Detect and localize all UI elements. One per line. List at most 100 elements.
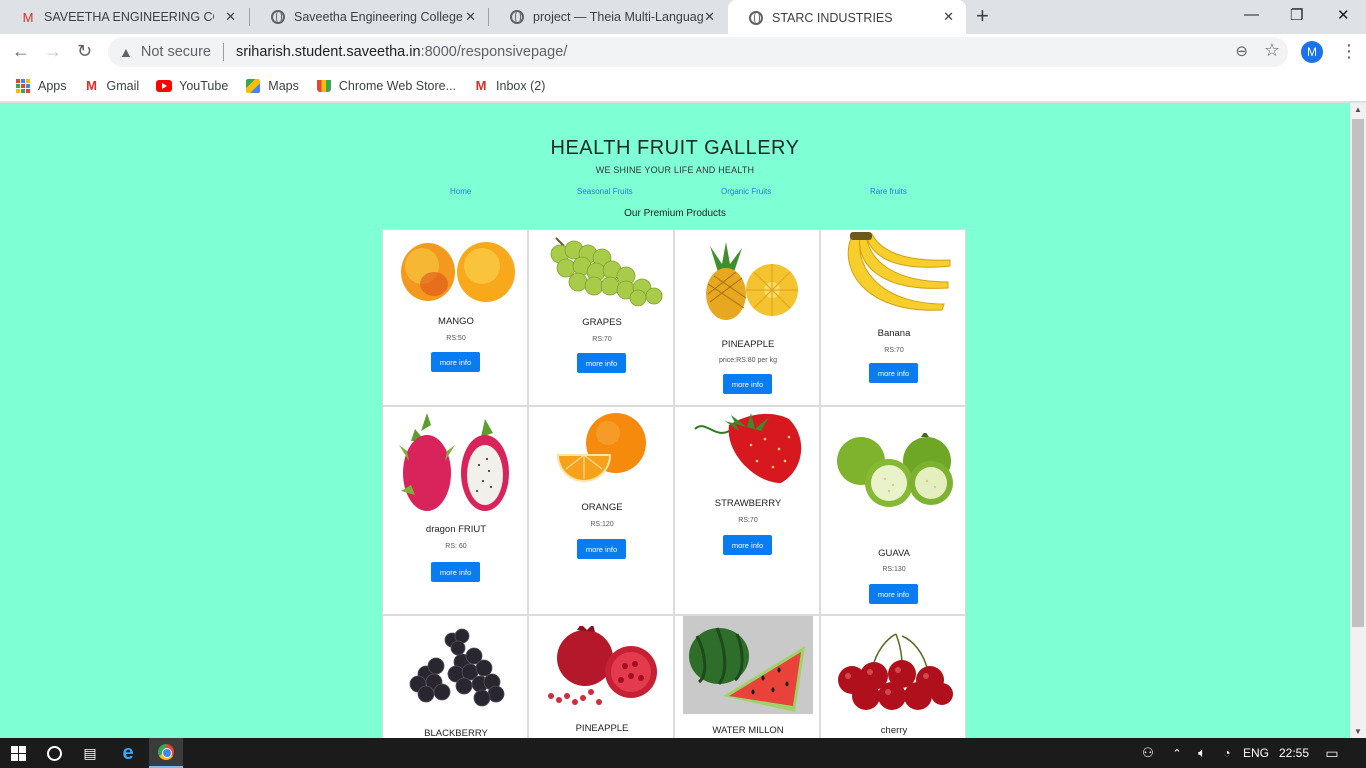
restore-button[interactable]: ❐ <box>1290 6 1303 24</box>
product-card-banana: Banana RS:70 more info <box>820 229 966 406</box>
gmail-icon: M <box>475 78 487 93</box>
page-scrollbar[interactable]: ▲ ▼ <box>1350 103 1366 738</box>
close-window-button[interactable]: ✕ <box>1337 6 1350 24</box>
more-info-button[interactable]: more info <box>577 353 626 373</box>
nav-rare-fruits[interactable]: Rare fruits <box>870 187 907 196</box>
globe-icon <box>270 9 286 25</box>
cherry-image <box>821 630 967 714</box>
scroll-down-arrow-icon[interactable]: ▼ <box>1354 727 1362 736</box>
close-icon[interactable]: ✕ <box>943 9 954 25</box>
zoom-icon[interactable]: ⊖ <box>1235 42 1248 60</box>
globe-icon <box>748 10 764 26</box>
tab-saveetha-college[interactable]: Saveetha Engineering College ✕ <box>250 0 488 34</box>
profile-avatar[interactable]: M <box>1301 41 1323 63</box>
windows-taskbar: ▤ e ⚇ ⌃ 🔈︎ ◔ ENG 22:55 ▭ <box>0 738 1366 768</box>
nav-organic-fruits[interactable]: Organic Fruits <box>721 187 771 196</box>
more-info-button[interactable]: more info <box>431 562 480 582</box>
mango-image <box>383 236 529 304</box>
tab-title: STARC INDUSTRIES <box>772 11 893 25</box>
tab-title: Saveetha Engineering College <box>294 10 463 24</box>
tab-title: SAVEETHA ENGINEERING COLLEGE <box>44 10 214 24</box>
more-info-button[interactable]: more info <box>431 352 480 372</box>
bookmark-youtube[interactable]: YouTube <box>156 78 228 94</box>
bookmark-label: Gmail <box>106 78 140 93</box>
more-info-button[interactable]: more info <box>577 539 626 559</box>
security-label[interactable]: Not secure <box>141 44 211 60</box>
product-card-grapes: GRAPES RS:70 more info <box>528 229 674 406</box>
bookmark-inbox[interactable]: M Inbox (2) <box>473 78 546 94</box>
address-bar[interactable]: ▲ Not secure sriharish.student.saveetha.… <box>108 37 1288 67</box>
chrome-taskbar-button[interactable] <box>149 738 183 768</box>
watermelon-image <box>675 616 821 714</box>
bookmark-maps[interactable]: Maps <box>245 78 299 94</box>
people-icon[interactable]: ⚇ <box>1139 738 1157 768</box>
edge-taskbar-button[interactable]: e <box>116 738 140 768</box>
bookmark-label: YouTube <box>179 78 229 93</box>
task-view-icon: ▤ <box>83 744 97 761</box>
chrome-icon <box>158 744 174 760</box>
wifi-icon[interactable]: ◔ <box>1218 738 1236 768</box>
page-subtitle: WE SHINE YOUR LIFE AND HEALTH <box>595 165 755 175</box>
menu-icon[interactable]: ⋮ <box>1340 40 1358 62</box>
bookmark-gmail[interactable]: M Gmail <box>84 78 140 94</box>
product-card-orange: ORANGE RS:120 more info <box>528 406 674 615</box>
task-view-button[interactable]: ▤ <box>80 738 100 768</box>
product-name: Banana <box>877 328 911 339</box>
product-card-blackberry: BLACKBERRY <box>382 615 528 738</box>
reload-button[interactable]: ↻ <box>77 41 92 61</box>
grapes-image <box>529 232 675 306</box>
product-name: PINEAPPLE <box>575 723 629 734</box>
volume-icon[interactable]: 🔈︎ <box>1192 738 1212 768</box>
product-price: RS:70 <box>592 336 612 343</box>
close-icon[interactable]: ✕ <box>465 9 476 25</box>
chrome-web-store-icon <box>316 78 332 94</box>
more-info-button[interactable]: more info <box>869 363 918 383</box>
page-viewport: HEALTH FRUIT GALLERY WE SHINE YOUR LIFE … <box>0 103 1350 738</box>
more-info-button[interactable]: more info <box>869 584 918 604</box>
minimize-button[interactable]: — <box>1244 6 1259 23</box>
bookmark-label: Inbox (2) <box>496 78 546 93</box>
product-name: STRAWBERRY <box>714 498 782 509</box>
nav-home[interactable]: Home <box>450 187 471 196</box>
tab-saveetha-gmail[interactable]: M SAVEETHA ENGINEERING COLLEGE ✕ <box>0 0 248 34</box>
tab-theia-project[interactable]: project — Theia Multi-Language ✕ <box>489 0 727 34</box>
bookmark-apps[interactable]: Apps <box>15 78 67 94</box>
url-path[interactable]: :8000/responsivepage/ <box>421 44 568 60</box>
maps-icon <box>245 78 261 94</box>
bookmark-star-icon[interactable]: ☆ <box>1264 40 1280 61</box>
more-info-button[interactable]: more info <box>723 535 772 555</box>
section-heading: Our Premium Products <box>624 208 726 219</box>
guava-image <box>821 433 967 511</box>
bookmark-label: Apps <box>38 78 67 93</box>
blackberry-image <box>383 622 529 714</box>
search-button[interactable] <box>44 738 64 768</box>
bookmarks-bar: Apps M Gmail YouTube Maps Chrome Web Sto… <box>0 70 1366 102</box>
close-icon[interactable]: ✕ <box>704 9 715 25</box>
product-name: MANGO <box>438 316 474 327</box>
tab-starc-industries[interactable]: STARC INDUSTRIES ✕ <box>728 0 966 36</box>
scrollbar-thumb[interactable] <box>1352 119 1364 627</box>
notifications-icon[interactable]: ▭ <box>1322 738 1342 768</box>
more-info-button[interactable]: more info <box>723 374 772 394</box>
globe-icon <box>509 9 525 25</box>
scroll-up-arrow-icon[interactable]: ▲ <box>1354 105 1362 114</box>
back-button[interactable]: ← <box>12 41 30 61</box>
product-name: ORANGE <box>581 502 623 513</box>
product-name: GRAPES <box>582 317 622 328</box>
clock[interactable]: 22:55 <box>1276 738 1312 768</box>
new-tab-button[interactable]: + <box>976 5 989 27</box>
youtube-icon <box>156 78 173 94</box>
start-button[interactable] <box>8 738 28 768</box>
url-host[interactable]: sriharish.student.saveetha.in <box>236 44 421 60</box>
bookmark-chrome-web-store[interactable]: Chrome Web Store... <box>316 78 456 94</box>
forward-button[interactable]: → <box>44 41 62 61</box>
tab-strip: M SAVEETHA ENGINEERING COLLEGE ✕ Saveeth… <box>0 0 1366 36</box>
product-price: RS:130 <box>882 566 906 573</box>
nav-seasonal-fruits[interactable]: Seasonal Fruits <box>577 187 633 196</box>
page-title: HEALTH FRUIT GALLERY <box>550 137 800 159</box>
chevron-up-icon[interactable]: ⌃ <box>1169 738 1185 768</box>
close-icon[interactable]: ✕ <box>225 9 236 25</box>
dragon-fruit-image <box>383 411 529 515</box>
language-indicator[interactable]: ENG <box>1242 738 1270 768</box>
warning-icon[interactable]: ▲ <box>119 44 133 60</box>
